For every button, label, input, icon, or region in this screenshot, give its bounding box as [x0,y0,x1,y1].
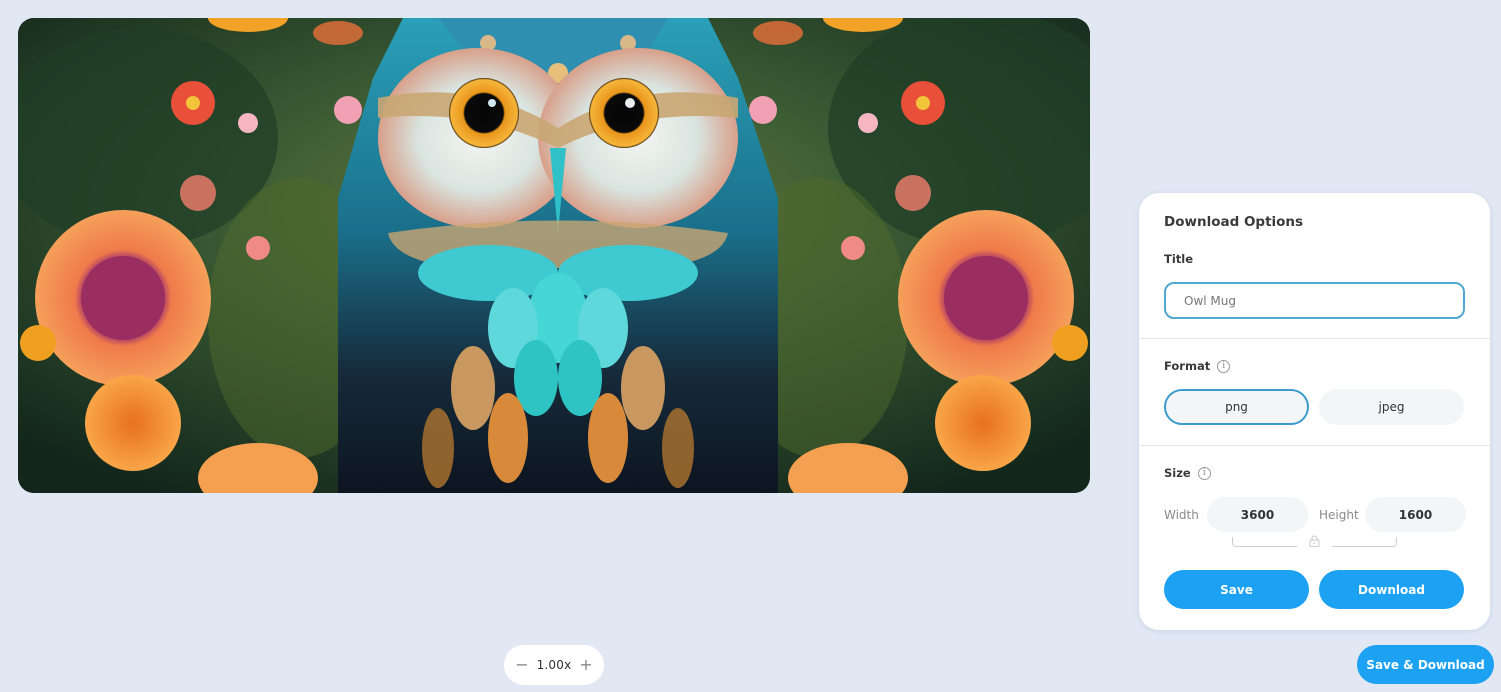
size-label-text: Size [1164,466,1191,480]
width-label: Width [1164,508,1199,522]
title-label-text: Title [1164,252,1194,266]
divider [1139,445,1490,446]
page: − 1.00x + Download Options Title Format … [0,0,1501,692]
info-icon[interactable]: i [1217,359,1231,373]
format-option-jpeg[interactable]: jpeg [1319,389,1464,425]
height-input[interactable] [1365,497,1466,532]
download-options-panel: Download Options Title Format i png jpeg… [1139,193,1490,630]
aspect-link-bracket-left [1232,537,1297,547]
save-button[interactable]: Save [1164,570,1309,609]
save-and-download-button[interactable]: Save & Download [1357,645,1494,684]
zoom-control: − 1.00x + [504,645,604,685]
panel-title: Download Options [1164,214,1304,230]
title-label: Title [1164,252,1193,266]
image-preview [18,18,1090,493]
height-label: Height [1319,508,1359,522]
minus-icon: − [515,655,529,674]
download-button[interactable]: Download [1319,570,1464,609]
plus-icon: + [579,655,593,674]
lock-icon[interactable] [1309,535,1320,547]
format-label: Format i [1164,359,1231,373]
size-label: Size i [1164,466,1211,480]
title-input[interactable] [1164,282,1465,319]
zoom-level: 1.00x [536,658,572,672]
width-input[interactable] [1207,497,1308,532]
owl-artwork-image [18,18,1090,493]
aspect-link-bracket-right [1332,537,1397,547]
format-option-png[interactable]: png [1164,389,1309,425]
format-label-text: Format [1164,359,1211,373]
info-icon[interactable]: i [1197,466,1211,480]
zoom-out-button[interactable]: − [514,657,530,673]
divider [1139,338,1490,339]
zoom-in-button[interactable]: + [578,657,594,673]
